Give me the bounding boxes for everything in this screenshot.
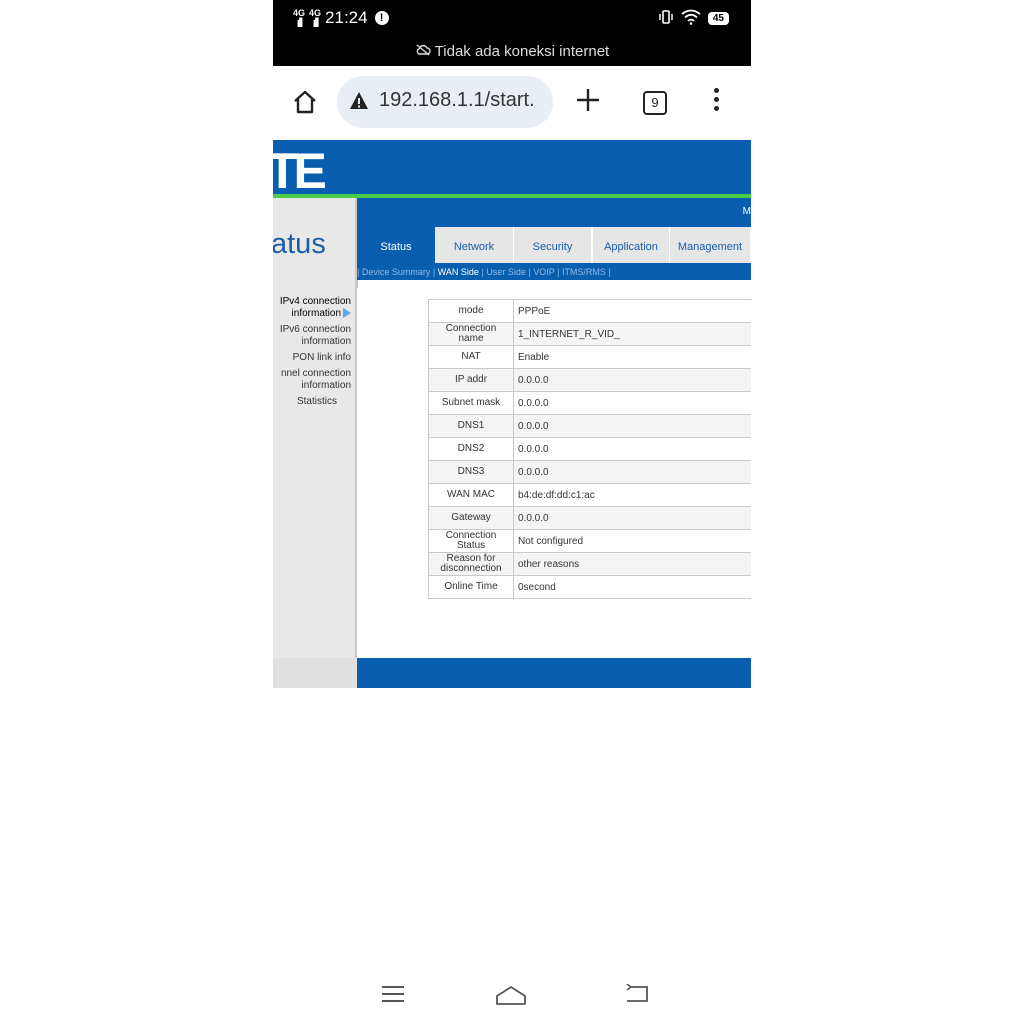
signal-icon: 4G ıll bbox=[293, 8, 306, 30]
table-row: Online Time 0second bbox=[428, 575, 751, 599]
wan-info-table: mode PPPoE Connection name 1_INTERNET_R_VI… bbox=[428, 299, 751, 599]
tab-security[interactable]: Security bbox=[514, 227, 593, 263]
home-icon[interactable] bbox=[291, 88, 319, 116]
warning-icon[interactable] bbox=[349, 91, 369, 111]
left-menu: IPv4 connection information IPv6 connect… bbox=[273, 296, 351, 412]
footer-bar bbox=[357, 658, 751, 688]
left-panel: atus IPv4 connection information IPv6 co… bbox=[273, 198, 355, 658]
menu-ipv6-connection[interactable]: IPv6 connection information bbox=[273, 324, 351, 348]
table-row: mode PPPoE bbox=[428, 299, 751, 323]
table-row: Connection name 1_INTERNET_R_VID_ bbox=[428, 322, 751, 346]
tab-management[interactable]: Management bbox=[670, 227, 751, 263]
sub-tabs: | Device Summary | WAN Side | User Side … bbox=[357, 264, 751, 280]
table-row: Subnet mask 0.0.0.0 bbox=[428, 391, 751, 415]
tab-switcher-button[interactable]: 9 bbox=[643, 91, 667, 115]
wifi-icon bbox=[681, 9, 701, 28]
tab-status[interactable]: Status bbox=[357, 227, 437, 263]
table-row: DNS2 0.0.0.0 bbox=[428, 437, 751, 461]
status-left: 4G ıll 4G ıll 21:24 ! bbox=[293, 8, 389, 30]
notice-text: Tidak ada koneksi internet bbox=[434, 43, 610, 60]
top-banner: TE bbox=[273, 140, 751, 199]
alert-icon: ! bbox=[374, 11, 389, 25]
url-bar[interactable]: 192.168.1.1/start. bbox=[337, 76, 553, 128]
menu-pon-link-info[interactable]: PON link info bbox=[273, 352, 351, 364]
signal-icon-2: 4G ıll bbox=[309, 8, 322, 30]
subtab-itms-rms[interactable]: ITMS/RMS bbox=[562, 267, 606, 277]
url-text[interactable]: 192.168.1.1/start. bbox=[379, 89, 535, 112]
phone-screen: 4G ıll 4G ıll 21:24 ! 45 Tidak ada koneksi… bbox=[273, 0, 751, 1024]
section-title: atus bbox=[273, 228, 326, 260]
status-bar: 4G ıll 4G ıll 21:24 ! 45 Tidak ada koneksi… bbox=[273, 0, 751, 66]
subtab-wan-side[interactable]: WAN Side bbox=[438, 267, 479, 277]
brand-logo: TE bbox=[273, 143, 327, 199]
top-nav: M bbox=[357, 198, 751, 226]
menu-ipv4-connection[interactable]: IPv4 connection information bbox=[273, 296, 351, 320]
subtab-voip[interactable]: VOIP bbox=[533, 267, 554, 277]
arrow-right-icon bbox=[343, 308, 351, 319]
table-row: DNS1 0.0.0.0 bbox=[428, 414, 751, 438]
nav-home-icon[interactable] bbox=[495, 984, 527, 1011]
table-row: IP addr 0.0.0.0 bbox=[428, 368, 751, 392]
subtab-user-side[interactable]: User Side bbox=[486, 267, 526, 277]
nav-corner-text[interactable]: M bbox=[743, 206, 751, 217]
footer-left bbox=[273, 658, 357, 688]
menu-statistics[interactable]: Statistics bbox=[273, 396, 351, 408]
back-icon[interactable] bbox=[625, 983, 649, 1009]
status-right: 45 bbox=[658, 9, 729, 28]
no-internet-notice: Tidak ada koneksi internet bbox=[273, 43, 751, 60]
content-area: mode PPPoE Connection name 1_INTERNET_R_VI… bbox=[357, 288, 751, 658]
table-row: Connection Status Not configured bbox=[428, 529, 751, 553]
menu-tunnel-connection[interactable]: nnel connection information bbox=[273, 368, 351, 392]
table-row: Reason for disconnection other reasons bbox=[428, 552, 751, 576]
browser-toolbar: 192.168.1.1/start. 9 bbox=[273, 66, 751, 140]
cloud-off-icon bbox=[415, 43, 435, 60]
tab-network[interactable]: Network bbox=[435, 227, 515, 263]
recents-icon[interactable] bbox=[381, 984, 405, 1009]
overflow-menu-icon[interactable] bbox=[713, 88, 721, 115]
subtab-device-summary[interactable]: Device Summary bbox=[362, 267, 431, 277]
vibrate-icon bbox=[658, 9, 674, 28]
tab-application[interactable]: Application bbox=[593, 227, 671, 263]
table-row: Gateway 0.0.0.0 bbox=[428, 506, 751, 530]
system-nav-bar bbox=[273, 970, 751, 1020]
main-tabs: Status Network Security Application Mana… bbox=[357, 226, 751, 264]
router-page: TE atus IPv4 connection information IPv6… bbox=[273, 140, 751, 688]
battery-icon: 45 bbox=[707, 12, 729, 25]
clock: 21:24 bbox=[325, 8, 368, 27]
table-row: DNS3 0.0.0.0 bbox=[428, 460, 751, 484]
table-row: NAT Enable bbox=[428, 345, 751, 369]
new-tab-button[interactable] bbox=[575, 86, 601, 118]
table-row: WAN MAC b4:de:df:dd:c1:ac bbox=[428, 483, 751, 507]
